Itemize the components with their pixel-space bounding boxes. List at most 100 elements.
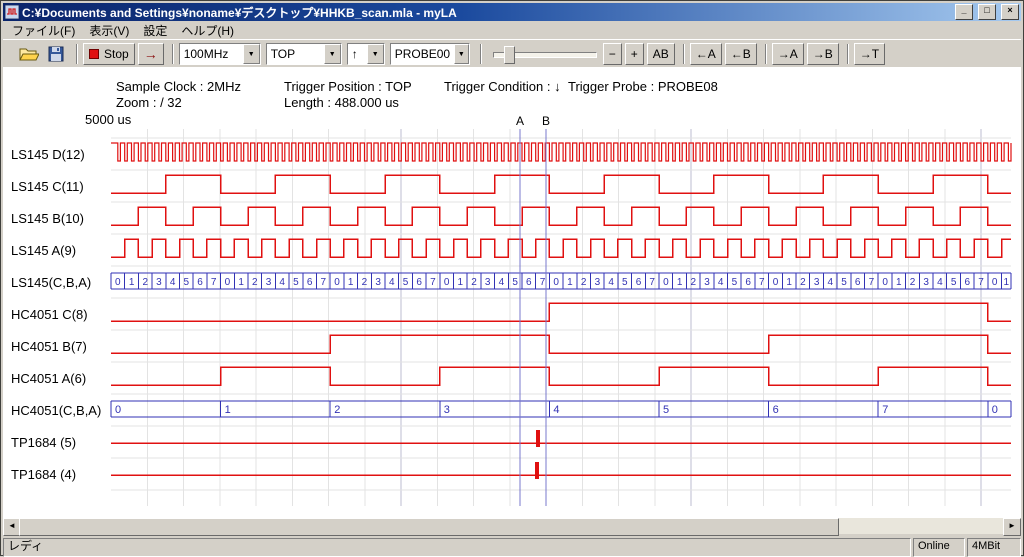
bus-value: 5 <box>732 277 738 288</box>
dropdown-arrow-icon[interactable]: ▼ <box>243 44 260 64</box>
goto-cursor-a-right-button[interactable]: →A <box>772 43 804 65</box>
titlebar[interactable]: C:¥Documents and Settings¥noname¥デスクトップ¥… <box>3 3 1021 21</box>
bus-value: 3 <box>704 277 710 288</box>
trigger-position-value: TOP <box>267 47 324 61</box>
scroll-right-icon[interactable]: ► <box>1003 518 1021 536</box>
zoom-slider[interactable] <box>493 43 597 65</box>
bus-value: 2 <box>691 277 697 288</box>
trigger-probe-select[interactable]: PROBE00 ▼ <box>390 43 470 65</box>
bus-value: 4 <box>608 277 614 288</box>
bus-value: 3 <box>444 404 450 416</box>
channel-label: HC4051 B(7) <box>11 339 87 354</box>
dropdown-arrow-icon[interactable]: ▼ <box>367 44 384 64</box>
bus-value: 5 <box>841 277 847 288</box>
pulse-mark <box>536 430 540 447</box>
pulse-mark <box>535 462 539 479</box>
toolbar-separator <box>172 44 174 64</box>
channel-label: LS145 C(11) <box>11 179 84 194</box>
bus-value: 0 <box>115 277 121 288</box>
bus-value: 1 <box>238 277 244 288</box>
scrollbar-thumb[interactable] <box>19 518 839 536</box>
ab-range-button[interactable]: AB <box>647 43 675 65</box>
dropdown-arrow-icon[interactable]: ▼ <box>324 44 341 64</box>
bus-value: 6 <box>416 277 422 288</box>
bus-value: 0 <box>115 404 121 416</box>
menu-view[interactable]: 表示(V) <box>82 21 136 40</box>
menu-help[interactable]: ヘルプ(H) <box>174 21 241 40</box>
bus-value: 3 <box>485 277 491 288</box>
bus-value: 0 <box>553 277 559 288</box>
bus-value: 3 <box>266 277 272 288</box>
zoom-in-button[interactable]: + <box>625 43 644 65</box>
clock-select-value: 100MHz <box>180 47 243 61</box>
goto-cursor-a-left-button[interactable]: ←A <box>690 43 722 65</box>
bus-value: 1 <box>458 277 464 288</box>
stop-icon <box>89 49 99 59</box>
bus-value: 4 <box>279 277 285 288</box>
waveform-display[interactable]: LS145 D(12)LS145 C(11)LS145 B(10)LS145 A… <box>3 67 1021 518</box>
maximize-button[interactable]: □ <box>978 4 996 20</box>
menubar: ファイル(F) 表示(V) 設定 ヘルプ(H) <box>3 22 1021 39</box>
bus-value: 7 <box>869 277 875 288</box>
waveform-square <box>111 207 1011 225</box>
bus-value: 2 <box>362 277 368 288</box>
bus-value: 3 <box>814 277 820 288</box>
app-window: C:¥Documents and Settings¥noname¥デスクトップ¥… <box>0 0 1024 556</box>
status-memory: 4MBit <box>967 538 1021 557</box>
bus-value: 4 <box>828 277 834 288</box>
bus-value: 7 <box>649 277 655 288</box>
bus-value: 3 <box>923 277 929 288</box>
bus-value: 6 <box>773 404 779 416</box>
goto-trigger-button[interactable]: →T <box>854 43 885 65</box>
bus-value: 0 <box>773 277 779 288</box>
stop-button[interactable]: Stop <box>83 43 135 65</box>
bus-value: 6 <box>636 277 642 288</box>
bus-value: 0 <box>882 277 888 288</box>
bus-value: 3 <box>595 277 601 288</box>
waveform-ticks <box>111 143 1011 161</box>
bus-value: 0 <box>992 277 998 288</box>
goto-cursor-b-right-button[interactable]: →B <box>807 43 839 65</box>
bus-value: 6 <box>855 277 861 288</box>
bus-value: 1 <box>677 277 683 288</box>
bus-value: 5 <box>663 404 669 416</box>
slider-thumb[interactable] <box>504 46 515 64</box>
dropdown-arrow-icon[interactable]: ▼ <box>454 44 469 64</box>
channel-label: LS145 D(12) <box>11 147 85 162</box>
waveform-square <box>111 175 1011 193</box>
bus-value: 0 <box>334 277 340 288</box>
waveform-panel: Sample Clock : 2MHz Trigger Position : T… <box>3 67 1021 518</box>
bus-value: 4 <box>553 404 559 416</box>
open-file-icon[interactable] <box>17 43 41 65</box>
trigger-edge-select[interactable]: ↑ ▼ <box>347 43 385 65</box>
zoom-out-button[interactable]: − <box>603 43 622 65</box>
menu-settings[interactable]: 設定 <box>136 21 174 40</box>
run-button[interactable]: → <box>138 43 164 65</box>
channel-label: HC4051 C(8) <box>11 307 88 322</box>
toolbar-separator <box>847 44 849 64</box>
close-button[interactable]: × <box>1001 4 1019 20</box>
trigger-edge-value: ↑ <box>348 47 367 61</box>
bus-value: 6 <box>526 277 532 288</box>
trigger-probe-value: PROBE00 <box>391 47 454 61</box>
channel-label: HC4051 A(6) <box>11 371 86 386</box>
bus-value: 7 <box>540 277 546 288</box>
clock-select[interactable]: 100MHz ▼ <box>179 43 261 65</box>
toolbar-separator <box>480 44 482 64</box>
menu-file[interactable]: ファイル(F) <box>5 21 82 40</box>
minimize-button[interactable]: _ <box>955 4 973 20</box>
channel-label: LS145(C,B,A) <box>11 275 91 290</box>
bus-value: 2 <box>581 277 587 288</box>
horizontal-scrollbar[interactable]: ◄ ► <box>3 518 1021 534</box>
waveform-square <box>111 335 1011 353</box>
window-title: C:¥Documents and Settings¥noname¥デスクトップ¥… <box>22 4 950 21</box>
bus-value: 1 <box>225 404 231 416</box>
save-file-icon[interactable] <box>44 43 68 65</box>
goto-cursor-b-left-button[interactable]: ←B <box>725 43 757 65</box>
bus-value: 5 <box>184 277 190 288</box>
bus-value: 1 <box>786 277 792 288</box>
waveform-square <box>111 367 1011 385</box>
bus-value: 6 <box>197 277 203 288</box>
bus-value: 7 <box>211 277 217 288</box>
trigger-position-select[interactable]: TOP ▼ <box>266 43 342 65</box>
